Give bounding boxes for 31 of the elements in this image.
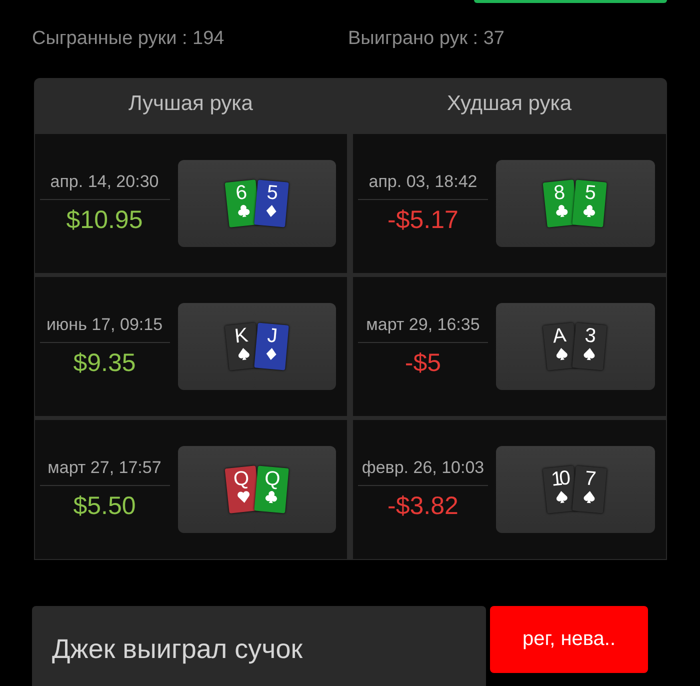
hand-button[interactable]: K J xyxy=(178,303,336,390)
hand-amount: $9.35 xyxy=(73,349,136,378)
hand-button[interactable]: Q Q xyxy=(178,446,336,533)
hand-date: апр. 03, 18:42 xyxy=(358,172,488,200)
hand-amount: -$5.17 xyxy=(388,206,458,235)
hand-date: март 29, 16:35 xyxy=(358,315,488,343)
chat-message: Джек выиграл сучок xyxy=(32,606,486,686)
action-button[interactable] xyxy=(474,0,667,3)
playing-card: 3 xyxy=(572,322,608,370)
stat-label: Выиграно рук : 37 xyxy=(347,28,506,50)
hand-date: июнь 17, 09:15 xyxy=(40,315,170,343)
hand-button[interactable]: A 3 xyxy=(496,303,654,390)
column-header: Худшая рука xyxy=(446,91,573,117)
playing-card: Q xyxy=(254,466,289,514)
hand-amount: $5.50 xyxy=(73,492,136,521)
playing-card: J xyxy=(254,322,289,370)
hand-amount: -$5 xyxy=(404,349,442,378)
playing-card: 5 xyxy=(572,180,608,228)
playing-card: 7 xyxy=(572,466,608,514)
playing-card: 5 xyxy=(254,180,289,228)
hand-button[interactable]: 10 7 xyxy=(496,446,654,533)
hand-date: март 27, 17:57 xyxy=(40,458,170,486)
hand-date: апр. 14, 20:30 xyxy=(40,172,170,200)
hand-date: февр. 26, 10:03 xyxy=(358,458,488,486)
hand-button[interactable]: 8 5 xyxy=(496,160,654,247)
hand-amount: -$3.82 xyxy=(388,492,458,521)
hand-button[interactable]: 6 5 xyxy=(178,160,336,247)
hand-amount: $10.95 xyxy=(66,206,143,235)
column-header: Лучшая рука xyxy=(128,91,254,117)
player-tag-button[interactable]: рег, нева.. xyxy=(490,606,648,673)
stat-label: Сыгранные руки : 194 xyxy=(31,28,226,50)
